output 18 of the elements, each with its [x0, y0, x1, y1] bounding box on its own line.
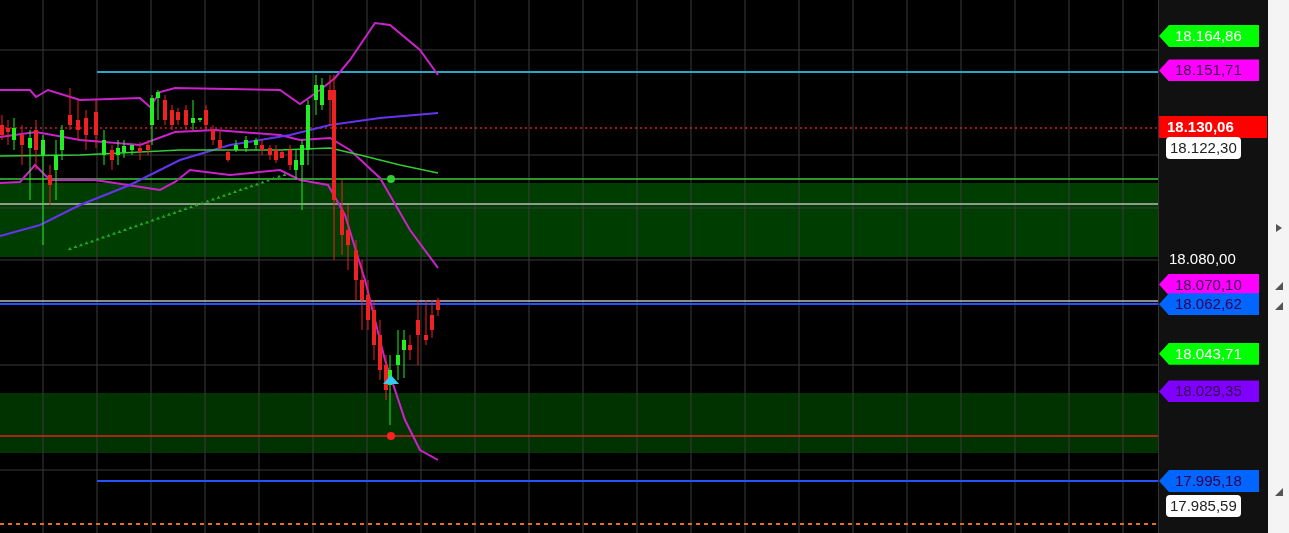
triangle-icon[interactable] [1274, 282, 1283, 290]
triangle-icon[interactable] [1274, 488, 1283, 496]
price-box: 17.985,59 [1166, 495, 1241, 518]
price-tag: 18.043,71 [1159, 342, 1259, 365]
price-tag: 18.164,86 [1159, 25, 1259, 47]
price-label: 18.080,00 [1169, 248, 1236, 269]
price-box: 18.122,30 [1166, 136, 1241, 159]
price-tag: 18.151,71 [1159, 59, 1259, 82]
signal-arrow [383, 375, 399, 384]
price-tag: 17.995,18 [1159, 470, 1259, 492]
triangle-icon[interactable] [1274, 302, 1283, 310]
price-tag: 18.070,10 [1159, 273, 1259, 296]
triangle-icon[interactable] [1274, 224, 1283, 232]
price-flag: 18.130,06 [1159, 116, 1267, 139]
price-tag: 18.029,35 [1159, 380, 1259, 403]
price-tag: 18.062,62 [1159, 293, 1259, 316]
signal-dot [387, 432, 395, 440]
signal-dot [387, 175, 395, 183]
